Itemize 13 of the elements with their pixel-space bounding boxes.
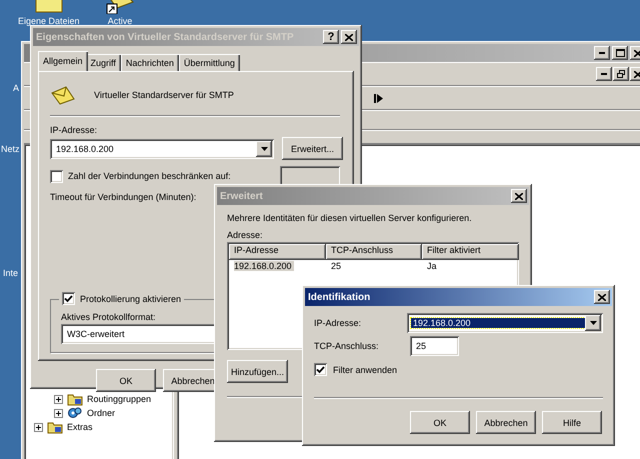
field-label: TCP-Anschluss: — [314, 341, 380, 351]
field-label: Adresse: — [227, 230, 264, 240]
table-cell: 192.168.0.200 — [234, 261, 294, 271]
field-label: Aktives Protokollformat: — [61, 312, 157, 322]
description-text: Mehrere Identitäten für diesen virtuellen Server konfigurieren. — [227, 213, 473, 223]
field-label: IP-Adresse: — [314, 318, 362, 328]
window-title: Erweitert — [220, 190, 264, 202]
field-label: Timeout für Verbindungen (Minuten): — [50, 192, 196, 202]
table-cell-text: 25 — [331, 261, 342, 271]
table-cell-text: Ja — [427, 261, 438, 271]
server-name: Virtueller Standardserver für SMTP — [94, 90, 234, 100]
window-title: Identifikation — [308, 292, 372, 302]
field-label: IP-Adresse: — [50, 125, 98, 135]
